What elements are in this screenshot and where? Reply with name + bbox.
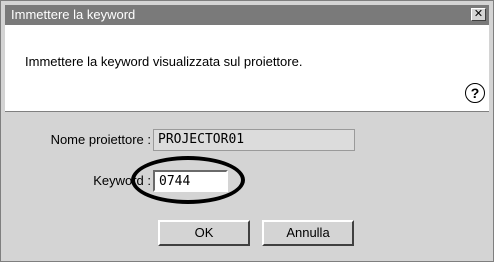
title-bar: Immettere la keyword ✕	[5, 5, 489, 25]
help-icon[interactable]: ?	[465, 83, 485, 103]
cancel-button[interactable]: Annulla	[262, 220, 354, 246]
ok-button[interactable]: OK	[158, 220, 250, 246]
dialog-title: Immettere la keyword	[11, 7, 136, 22]
projector-name-field: PROJECTOR01	[153, 129, 355, 151]
keyword-input[interactable]: 0744	[153, 170, 228, 192]
close-icon[interactable]: ✕	[471, 8, 486, 21]
message-panel: Immettere la keyword visualizzata sul pr…	[5, 25, 489, 112]
keyword-label: Keyword :	[93, 173, 151, 188]
keyword-dialog: Immettere la keyword ✕ Immettere la keyw…	[0, 0, 494, 262]
projector-name-label: Nome proiettore :	[50, 132, 151, 147]
instruction-text: Immettere la keyword visualizzata sul pr…	[25, 54, 303, 69]
